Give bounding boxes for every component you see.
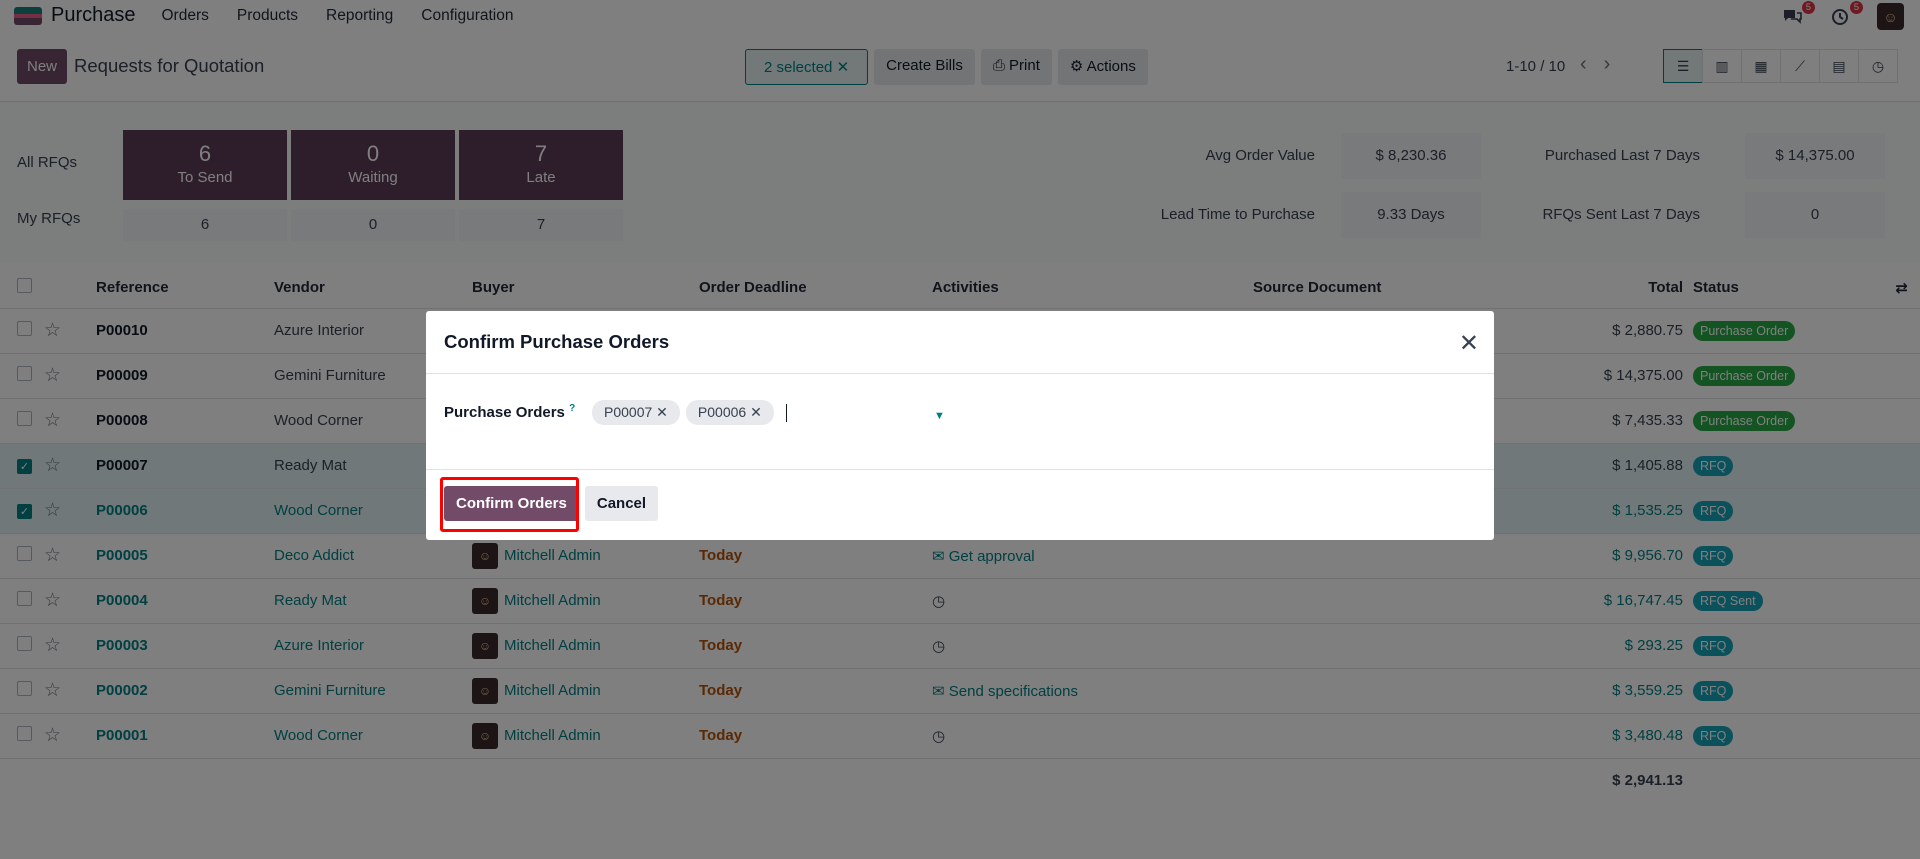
tag-label: P00007 — [604, 404, 653, 420]
text-cursor — [785, 403, 787, 422]
confirm-orders-dialog: Confirm Purchase Orders ✕ Purchase Order… — [426, 311, 1494, 540]
remove-tag-icon[interactable]: ✕ — [750, 404, 762, 420]
tag-p00007: P00007 ✕ — [592, 400, 680, 425]
cancel-button[interactable]: Cancel — [584, 486, 659, 521]
purchase-orders-label: Purchase Orders ? — [444, 403, 575, 421]
help-tooltip-icon[interactable]: ? — [569, 403, 575, 414]
dialog-body: Purchase Orders ? P00007 ✕ P00006 ✕ ▼ — [426, 374, 1494, 470]
dropdown-caret-icon[interactable]: ▼ — [934, 410, 945, 422]
remove-tag-icon[interactable]: ✕ — [656, 404, 668, 420]
field-label-text: Purchase Orders — [444, 404, 565, 421]
dialog-title: Confirm Purchase Orders — [426, 311, 1494, 374]
tag-p00006: P00006 ✕ — [685, 400, 774, 425]
close-icon[interactable]: ✕ — [1459, 329, 1479, 358]
highlight-box — [440, 477, 579, 532]
purchase-orders-field[interactable]: P00007 ✕ P00006 ✕ — [592, 400, 787, 425]
tag-label: P00006 — [697, 404, 747, 420]
